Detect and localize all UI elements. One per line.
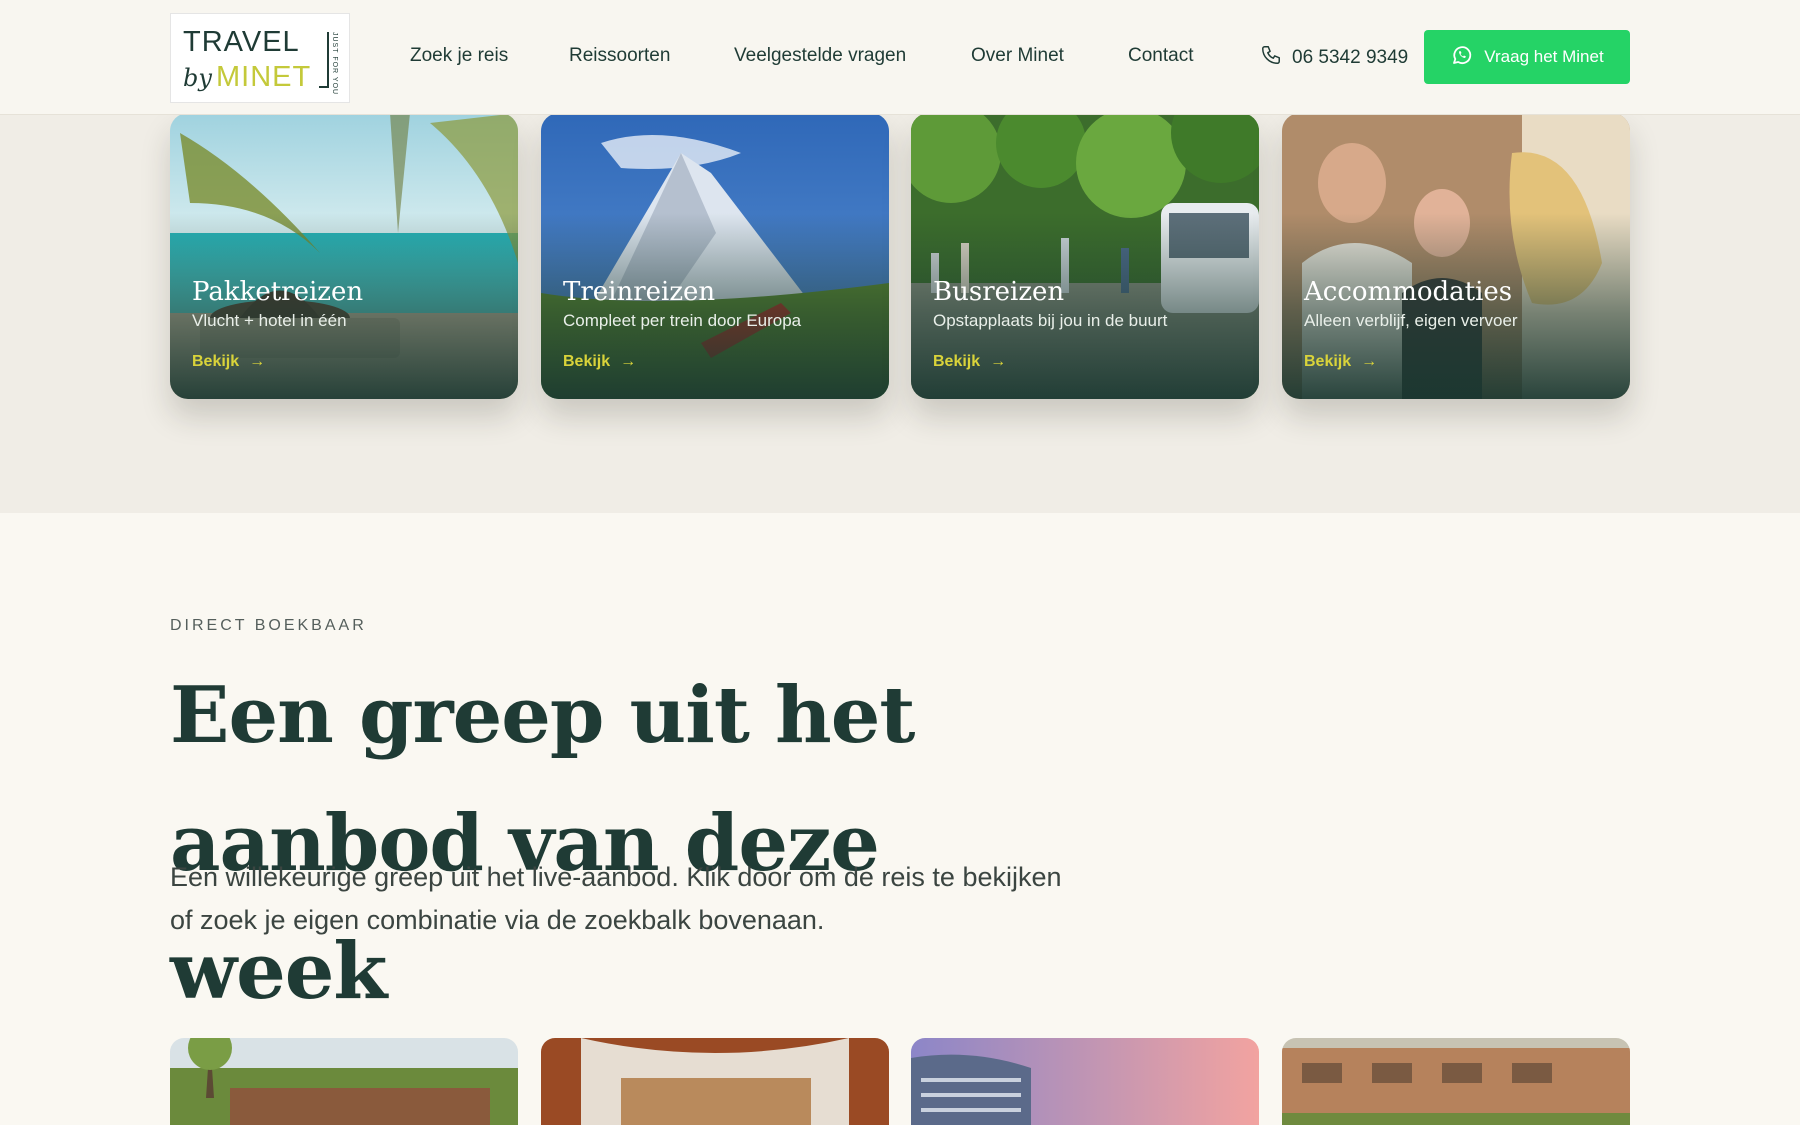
logo-text-travel: TRAVEL bbox=[183, 26, 300, 58]
card-subtitle: Opstapplaats bij jou in de buurt bbox=[933, 311, 1168, 330]
card-subtitle: Alleen verblijf, eigen vervoer bbox=[1304, 311, 1518, 330]
card-link-label: Bekijk bbox=[933, 353, 981, 370]
nav-reissoorten[interactable]: Reissoorten bbox=[569, 45, 670, 67]
logo-text-minet: MINET bbox=[216, 61, 312, 93]
cta-label: Vraag het Minet bbox=[1484, 47, 1604, 66]
card-link[interactable]: Bekijk → bbox=[933, 353, 1006, 371]
nav-veelgestelde-vragen[interactable]: Veelgestelde vragen bbox=[734, 45, 906, 67]
logo-tagline: JUST FOR YOU bbox=[331, 32, 338, 96]
category-card-busreizen[interactable]: Busreizen Opstapplaats bij jou in de buu… bbox=[911, 113, 1259, 399]
offer-photo-hotel-tower bbox=[911, 1038, 1259, 1125]
nav-contact[interactable]: Contact bbox=[1128, 45, 1193, 67]
site-header: TRAVEL by MINET JUST FOR YOU Zoek je rei… bbox=[0, 0, 1800, 115]
offer-photo-lobby bbox=[541, 1038, 889, 1125]
category-card-accommodaties[interactable]: Accommodaties Alleen verblijf, eigen ver… bbox=[1282, 113, 1630, 399]
arrow-right-icon: → bbox=[990, 353, 1007, 370]
section-eyebrow: DIRECT BOEKBAAR bbox=[170, 617, 367, 634]
phone-number: 06 5342 9349 bbox=[1292, 47, 1409, 68]
card-title: Treinreizen bbox=[563, 277, 716, 307]
nav-zoek-je-reis[interactable]: Zoek je reis bbox=[410, 45, 508, 67]
card-title: Pakketreizen bbox=[192, 277, 364, 307]
offer-card-thumbnail[interactable] bbox=[911, 1038, 1259, 1125]
arrow-right-icon: → bbox=[249, 353, 266, 370]
whatsapp-icon bbox=[1450, 43, 1474, 72]
card-link[interactable]: Bekijk → bbox=[563, 353, 636, 371]
phone-icon bbox=[1260, 44, 1282, 72]
logo-bracket bbox=[319, 32, 329, 88]
offer-photo-garden bbox=[170, 1038, 518, 1125]
phone-link[interactable]: 06 5342 9349 bbox=[1260, 44, 1408, 72]
card-subtitle: Vlucht + hotel in één bbox=[192, 311, 347, 330]
offer-card-thumbnail[interactable] bbox=[1282, 1038, 1630, 1125]
offer-card-thumbnail[interactable] bbox=[541, 1038, 889, 1125]
section-heading: Een greep uit het aanbod van deze week bbox=[170, 670, 915, 1017]
logo-text-by: by bbox=[183, 64, 212, 92]
card-link-label: Bekijk bbox=[563, 353, 611, 370]
card-link-label: Bekijk bbox=[1304, 353, 1352, 370]
offer-card-thumbnail[interactable] bbox=[170, 1038, 518, 1125]
category-card-pakketreizen[interactable]: Pakketreizen Vlucht + hotel in één Bekij… bbox=[170, 113, 518, 399]
arrow-right-icon: → bbox=[620, 353, 637, 370]
site-logo[interactable]: TRAVEL by MINET JUST FOR YOU bbox=[170, 13, 350, 103]
category-card-treinreizen[interactable]: Treinreizen Compleet per trein door Euro… bbox=[541, 113, 889, 399]
offer-photo-apartments bbox=[1282, 1038, 1630, 1125]
category-band: Pakketreizen Vlucht + hotel in één Bekij… bbox=[0, 113, 1800, 513]
card-link-label: Bekijk bbox=[192, 353, 240, 370]
card-subtitle: Compleet per trein door Europa bbox=[563, 311, 802, 330]
whatsapp-cta-button[interactable]: Vraag het Minet bbox=[1424, 30, 1630, 84]
section-lead: Een willekeurige greep uit het live-aanb… bbox=[170, 862, 1062, 935]
card-title: Accommodaties bbox=[1304, 277, 1513, 307]
nav-over-minet[interactable]: Over Minet bbox=[971, 45, 1064, 67]
card-link[interactable]: Bekijk → bbox=[192, 353, 265, 371]
card-link[interactable]: Bekijk → bbox=[1304, 353, 1377, 371]
arrow-right-icon: → bbox=[1361, 353, 1378, 370]
card-title: Busreizen bbox=[933, 277, 1065, 307]
